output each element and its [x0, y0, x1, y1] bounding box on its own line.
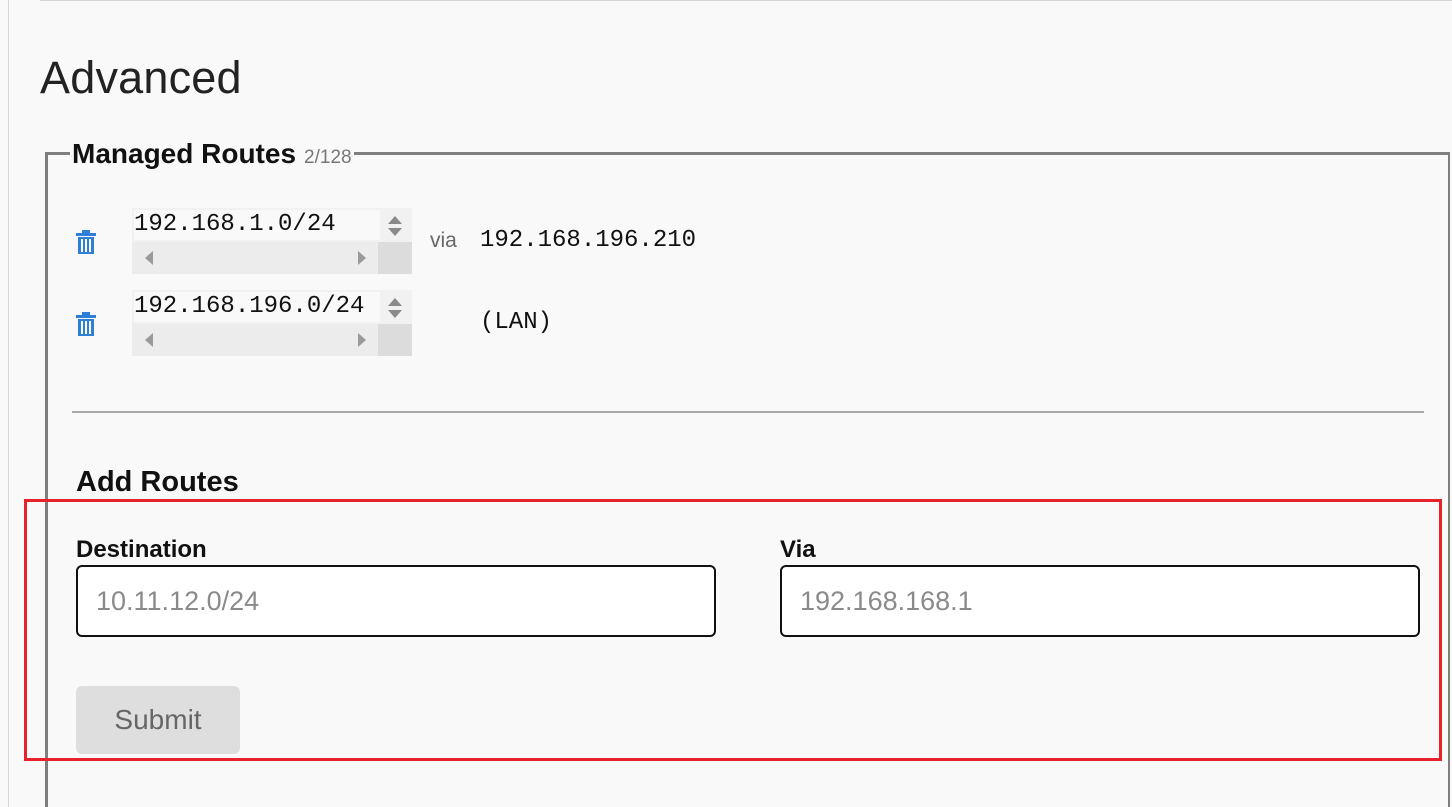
- scroll-right-icon[interactable]: [358, 251, 366, 265]
- horizontal-scrollbar[interactable]: [132, 324, 378, 356]
- trash-icon[interactable]: [76, 230, 96, 254]
- route-target-box[interactable]: 192.168.196.0/24: [132, 290, 412, 356]
- spin-up-icon[interactable]: [388, 298, 402, 306]
- route-target-box[interactable]: 192.168.1.0/24: [132, 208, 412, 274]
- route-via-value: (LAN): [480, 309, 553, 336]
- spin-down-icon[interactable]: [388, 310, 402, 318]
- spin-up-icon[interactable]: [388, 216, 402, 224]
- managed-routes-title: Managed Routes: [72, 138, 297, 169]
- horizontal-scrollbar[interactable]: [132, 242, 378, 274]
- scrollbar-corner: [378, 324, 412, 356]
- scroll-left-icon[interactable]: [145, 333, 153, 347]
- top-divider: [40, 0, 1452, 1]
- route-row: 192.168.1.0/24 via 192.168.196.210: [72, 208, 772, 274]
- managed-routes-legend: Managed Routes 2/128: [70, 138, 354, 170]
- via-label: Via: [780, 536, 816, 563]
- submit-button[interactable]: Submit: [76, 686, 240, 754]
- scroll-right-icon[interactable]: [358, 333, 366, 347]
- scrollbar-corner: [378, 242, 412, 274]
- spin-down-icon[interactable]: [388, 228, 402, 236]
- route-target-text[interactable]: 192.168.196.0/24: [134, 292, 380, 322]
- route-via-value: 192.168.196.210: [480, 227, 697, 254]
- destination-label: Destination: [76, 536, 207, 563]
- section-title: Advanced: [40, 52, 242, 103]
- advanced-settings-page: Advanced Managed Routes 2/128 192.168.1.…: [0, 0, 1452, 807]
- route-row: 192.168.196.0/24 (LAN): [72, 290, 772, 356]
- route-via-label: via: [430, 229, 457, 252]
- destination-input[interactable]: [76, 565, 716, 637]
- managed-routes-count: 2/128: [304, 147, 352, 168]
- section-divider: [72, 411, 1424, 413]
- route-target-text[interactable]: 192.168.1.0/24: [134, 210, 380, 240]
- trash-icon[interactable]: [76, 312, 96, 336]
- left-border: [8, 0, 9, 807]
- add-routes-title: Add Routes: [76, 466, 239, 498]
- scroll-left-icon[interactable]: [145, 251, 153, 265]
- via-input[interactable]: [780, 565, 1420, 637]
